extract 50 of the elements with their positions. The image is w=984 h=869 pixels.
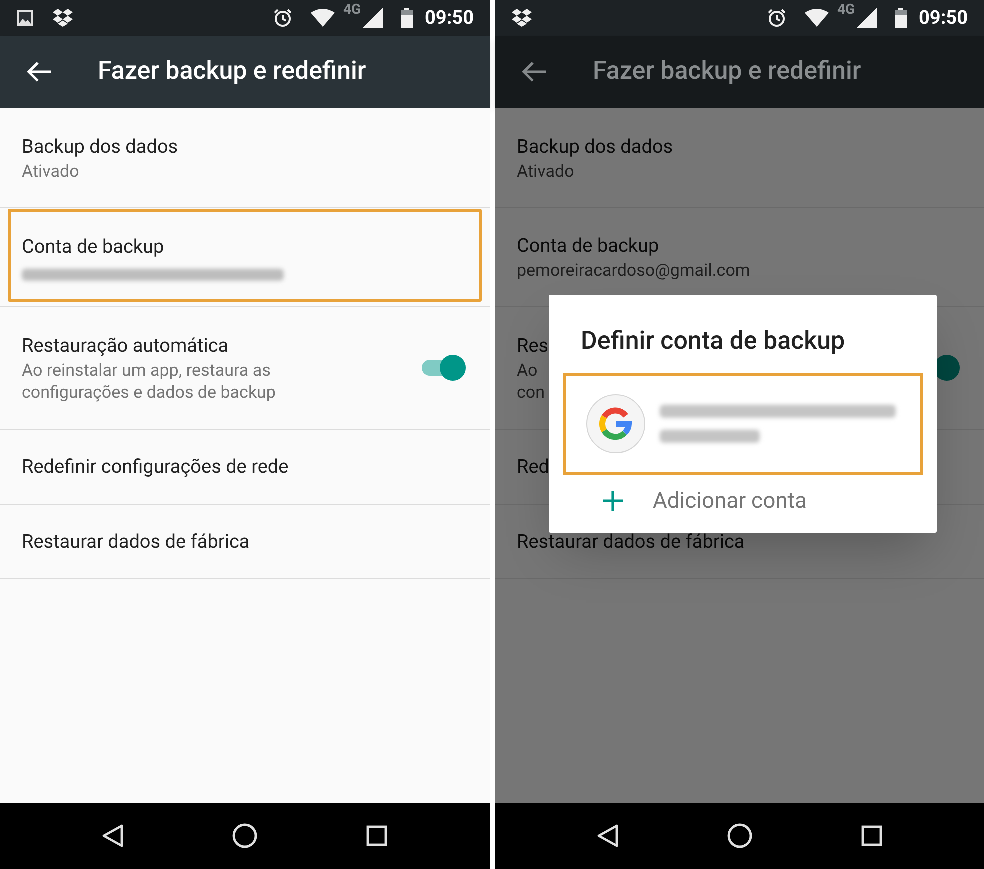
battery-icon xyxy=(401,8,414,28)
back-icon[interactable] xyxy=(102,824,124,848)
item-subtitle: con xyxy=(517,382,545,404)
screen-title: Fazer backup e redefinir xyxy=(98,56,366,88)
wifi-icon xyxy=(805,9,830,27)
wifi-icon xyxy=(311,9,336,27)
item-title: Red xyxy=(517,454,550,480)
back-icon[interactable] xyxy=(596,824,618,848)
item-subtitle: Ativado xyxy=(517,160,574,182)
google-account-icon xyxy=(586,394,646,454)
item-title: Res xyxy=(517,333,549,359)
item-title: Conta de backup xyxy=(517,233,660,259)
settings-item[interactable]: Restaurar dados de fábrica xyxy=(0,505,490,579)
item-title: Restaurar dados de fábrica xyxy=(22,528,250,554)
signal-icon xyxy=(857,8,878,28)
item-title: Redefinir configurações de rede xyxy=(22,454,289,480)
dialog-title: Definir conta de backup xyxy=(581,326,846,358)
network-label: 4G xyxy=(837,1,856,20)
settings-item[interactable]: Backup dos dados Ativado xyxy=(0,108,490,208)
home-icon[interactable] xyxy=(726,823,752,849)
settings-item[interactable]: Redefinir configurações de rede xyxy=(0,430,490,505)
home-icon[interactable] xyxy=(232,823,258,849)
box-icon xyxy=(511,8,533,28)
toggle-switch[interactable] xyxy=(420,354,466,382)
alarm-icon xyxy=(767,8,788,28)
box-icon xyxy=(52,8,74,28)
clock-time: 09:50 xyxy=(919,4,968,31)
item-title: Backup dos dados xyxy=(517,134,674,160)
signal-icon xyxy=(363,8,384,28)
item-title: Restaurar dados de fábrica xyxy=(517,528,745,554)
battery-icon xyxy=(895,8,908,28)
item-title: Restauração automática xyxy=(22,333,229,359)
alarm-icon xyxy=(273,8,294,28)
recents-icon[interactable] xyxy=(366,825,388,847)
clock-time: 09:50 xyxy=(425,4,474,31)
item-subtitle: Ativado xyxy=(22,160,80,182)
item-subtitle: Ao reinstalar um app, restaura as xyxy=(22,360,271,382)
item-subtitle: pemoreiracardoso@gmail.com xyxy=(517,260,750,282)
item-subtitle: configurações e dados de backup xyxy=(22,382,276,404)
item-title: Conta de backup xyxy=(22,234,164,260)
image-icon xyxy=(16,9,34,27)
settings-item[interactable]: Restauração automática Ao reinstalar um app, restaura as configurações e dados de backup xyxy=(0,307,490,430)
settings-item[interactable]: Backup dos dados Ativado xyxy=(495,108,984,208)
screen-title: Fazer backup e redefinir xyxy=(593,56,862,88)
settings-item[interactable]: Conta de backup xyxy=(0,208,490,307)
network-label: 4G xyxy=(343,1,362,20)
recents-icon[interactable] xyxy=(860,825,882,847)
item-subtitle: Ao xyxy=(517,360,538,382)
plus-icon[interactable] xyxy=(603,491,623,511)
item-title: Backup dos dados xyxy=(22,134,178,160)
